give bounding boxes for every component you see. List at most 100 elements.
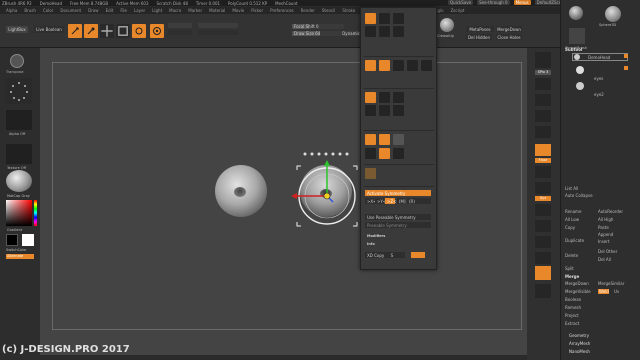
- delete-button[interactable]: Delete: [565, 253, 578, 258]
- scale-popup-button[interactable]: [365, 26, 376, 37]
- remesh-header[interactable]: Remesh: [565, 305, 581, 310]
- rgb-intensity-slider[interactable]: [168, 23, 192, 28]
- color-picker[interactable]: [6, 200, 32, 226]
- head-mesh-left[interactable]: [215, 165, 267, 217]
- lazy-popup-button[interactable]: [393, 92, 404, 103]
- bpr-button[interactable]: [535, 52, 551, 68]
- arraymesh-header[interactable]: ArrayMesh: [569, 341, 590, 346]
- list-all-button[interactable]: List All: [565, 186, 578, 191]
- symmetry-icon-button[interactable]: [365, 92, 376, 103]
- persp-button[interactable]: [535, 144, 551, 156]
- menu-marker[interactable]: Marker: [188, 8, 202, 13]
- menu-file[interactable]: File: [120, 8, 127, 13]
- gizmo-x-arrow[interactable]: [291, 193, 297, 199]
- scale-mode-button[interactable]: [116, 24, 130, 38]
- metaposes-button[interactable]: MetaPoses: [466, 26, 494, 32]
- frame-button[interactable]: [535, 236, 551, 248]
- xyz-button[interactable]: Xyz: [535, 196, 551, 201]
- duplicate-button[interactable]: Duplicate: [565, 238, 584, 243]
- mesh-popup-button[interactable]: [379, 105, 390, 116]
- menu-stroke[interactable]: Stroke: [342, 8, 355, 13]
- geometry-header[interactable]: Geometry: [569, 333, 589, 338]
- rotate-popup-button[interactable]: [379, 26, 390, 37]
- menu-preferences[interactable]: Preferences: [270, 8, 294, 13]
- hue-slider[interactable]: [34, 200, 37, 226]
- alpha-thumbnail[interactable]: [6, 110, 32, 130]
- see-through-slider[interactable]: See-through 0: [477, 0, 510, 5]
- draw-popup-button[interactable]: [379, 60, 390, 71]
- insert-button[interactable]: Insert: [598, 239, 609, 244]
- del-hidden-button[interactable]: Del Hidden: [466, 34, 492, 40]
- menu-picker[interactable]: Picker: [251, 8, 263, 13]
- auto-collapse-button[interactable]: Auto Collapse: [565, 193, 593, 198]
- local-button[interactable]: [535, 166, 551, 178]
- poseable-symmetry-button[interactable]: Poseable Symmetry: [365, 222, 431, 228]
- scale2-popup-button[interactable]: [407, 60, 418, 71]
- info-label[interactable]: Info: [367, 242, 375, 246]
- wire-popup-button[interactable]: [365, 105, 376, 116]
- switch-color-label[interactable]: SwitchColor: [6, 248, 27, 252]
- edit-popup-button[interactable]: [365, 60, 376, 71]
- subtool-visibility-icon[interactable]: [624, 54, 628, 58]
- draw-size-slider[interactable]: Draw Size 64: [292, 31, 344, 36]
- transp-button[interactable]: [535, 284, 551, 298]
- activate-symmetry-button[interactable]: Activate Symmetry: [365, 190, 431, 196]
- rotate-mode-button[interactable]: [132, 24, 146, 38]
- alternate-button[interactable]: Alternate: [6, 254, 34, 259]
- focal-shift-slider[interactable]: Focal Shift 0: [292, 24, 344, 29]
- weld-button[interactable]: Weld: [598, 289, 609, 294]
- xd-apply-button[interactable]: [411, 252, 425, 258]
- auto-reorder-button[interactable]: AutoReorder: [598, 209, 623, 214]
- spix-button[interactable]: SPix 3: [535, 70, 551, 75]
- rename-button[interactable]: Rename: [565, 209, 581, 214]
- draw-button[interactable]: [84, 24, 98, 38]
- opac-popup-button[interactable]: [393, 105, 404, 116]
- rgb-button[interactable]: [150, 24, 164, 38]
- mask-transform-button[interactable]: [365, 168, 376, 179]
- menu-movie[interactable]: Movie: [232, 8, 244, 13]
- simplebrush-thumbnail[interactable]: [569, 28, 585, 44]
- gizmo-y-arrow[interactable]: [324, 160, 330, 166]
- move-popup-button[interactable]: [393, 60, 404, 71]
- modifiers-label[interactable]: Modifiers: [367, 234, 385, 238]
- lsym-button[interactable]: [535, 182, 551, 194]
- dynamic-button[interactable]: Dynamic: [342, 31, 360, 36]
- zadd-slider[interactable]: [198, 30, 238, 35]
- live-boolean-button[interactable]: Live Boolean: [34, 26, 64, 33]
- creaseup-thumb[interactable]: [440, 18, 454, 32]
- polyf-popup-button[interactable]: [393, 26, 404, 37]
- menu-render[interactable]: Render: [301, 8, 315, 13]
- rotate2-popup-button[interactable]: [421, 60, 432, 71]
- close-holes-button[interactable]: Close Holes: [496, 34, 522, 40]
- texture-thumbnail[interactable]: [6, 144, 32, 164]
- menu-alpha[interactable]: Alpha: [6, 8, 17, 13]
- paste-button[interactable]: Paste: [598, 225, 609, 230]
- sphere3d-thumbnail[interactable]: [605, 6, 621, 22]
- brush-thumbnail[interactable]: [10, 54, 24, 68]
- grid-popup-button[interactable]: [379, 92, 390, 103]
- symmetry-y-button[interactable]: >Y<: [375, 198, 386, 204]
- copy-button[interactable]: Copy: [565, 225, 575, 230]
- floor-button[interactable]: Floor: [535, 158, 551, 163]
- del-other-button[interactable]: Del Other: [598, 249, 617, 254]
- use-poseable-symmetry-button[interactable]: Use Poseable Symmetry: [365, 214, 431, 220]
- merge-header[interactable]: Merge: [565, 274, 579, 279]
- aahalf-button[interactable]: [535, 126, 551, 138]
- nanomesh-header[interactable]: NanoMesh: [569, 349, 590, 354]
- transform-gizmo[interactable]: [285, 150, 370, 230]
- quicksave-button[interactable]: QuickSave: [448, 0, 474, 5]
- xd-copy-slider[interactable]: XD Copy S: [365, 252, 405, 258]
- menu-brush[interactable]: Brush: [24, 8, 36, 13]
- actual-button[interactable]: [535, 110, 551, 122]
- main-color-swatch[interactable]: [22, 234, 34, 246]
- lightbox-button[interactable]: LightBox: [6, 26, 28, 33]
- all-high-button[interactable]: All High: [598, 217, 613, 222]
- y-rotate-button[interactable]: [535, 204, 551, 216]
- spheres-thumbnail[interactable]: [569, 6, 583, 20]
- gizmo-center[interactable]: [323, 192, 331, 200]
- move-transform-button[interactable]: [365, 148, 376, 159]
- move-view-popup-button[interactable]: [393, 13, 404, 24]
- radial-count-slider[interactable]: [365, 206, 431, 212]
- stroke-thumbnail[interactable]: [6, 78, 32, 104]
- subtool-header[interactable]: Subtool: [565, 47, 582, 52]
